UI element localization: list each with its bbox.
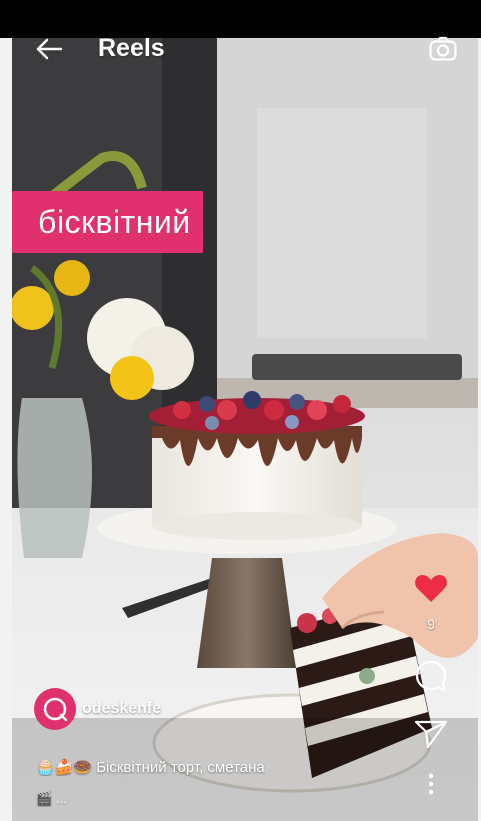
more-vertical-icon	[428, 773, 434, 795]
page-title: Reels	[98, 34, 165, 62]
paper-plane-icon	[414, 720, 448, 749]
comment-button[interactable]	[411, 656, 451, 696]
like-count: 9	[427, 616, 435, 632]
reel-author[interactable]: odeskenfe	[34, 687, 161, 731]
share-button[interactable]	[411, 716, 451, 752]
author-username[interactable]: odeskenfe	[82, 700, 161, 718]
reels-header: Reels	[12, 30, 478, 70]
reel-caption-tag: бісквітний	[12, 191, 203, 253]
comment-icon	[415, 660, 447, 692]
camera-icon	[429, 36, 457, 61]
more-options-button[interactable]	[411, 772, 451, 796]
reel-screen: Reels бісквітний 9 odeskenfe 🧁🍰🍩 Бісквіт…	[0, 0, 481, 821]
avatar[interactable]	[34, 688, 76, 730]
heart-icon	[415, 575, 447, 602]
arrow-left-icon	[36, 38, 63, 60]
camera-button[interactable]	[426, 32, 460, 66]
reel-audio-line[interactable]: 🎬 ...	[36, 791, 67, 807]
avatar-logo-icon	[43, 697, 68, 722]
back-button[interactable]	[32, 32, 66, 66]
like-button[interactable]	[411, 570, 451, 606]
reel-description[interactable]: 🧁🍰🍩 Бісквітний торт, сметана	[36, 758, 265, 776]
